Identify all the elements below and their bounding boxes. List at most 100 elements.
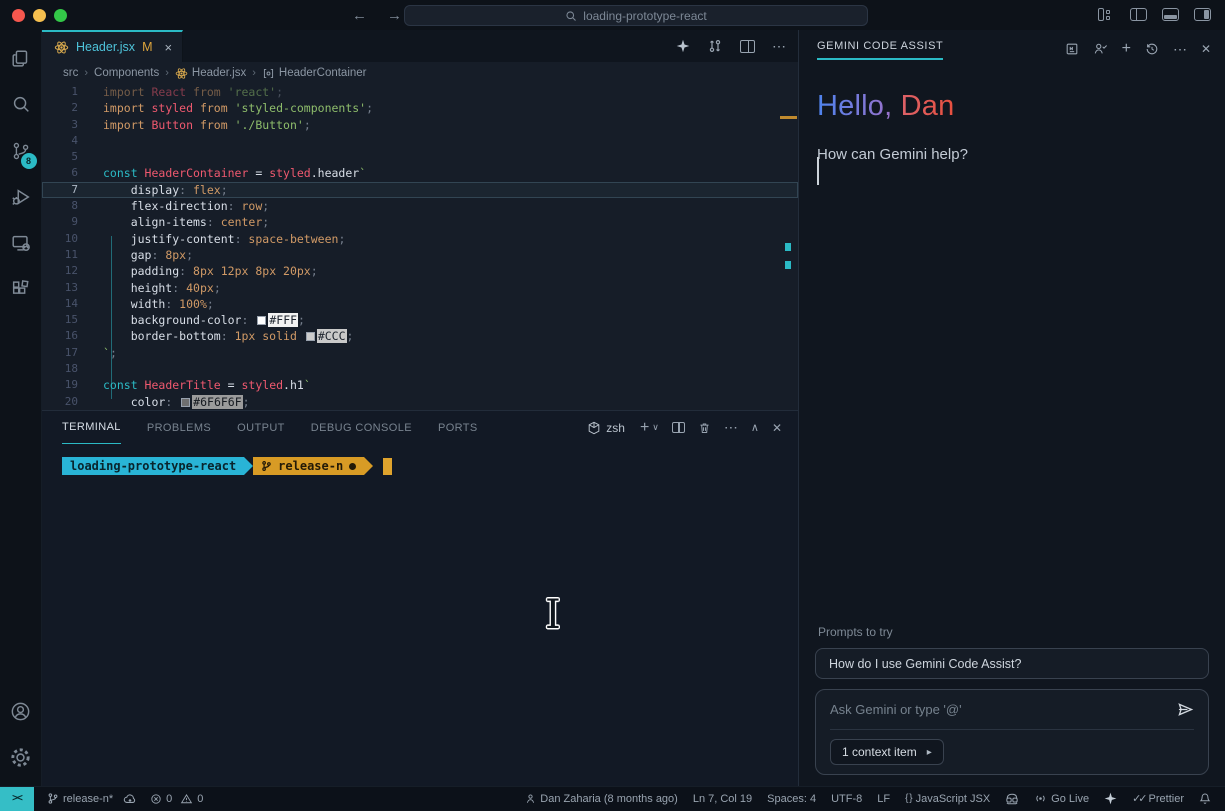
- line-number[interactable]: 8: [42, 198, 78, 214]
- problems-status-item[interactable]: 0 0: [150, 793, 203, 805]
- code-line[interactable]: 10 justify-content: space-between;: [42, 231, 798, 247]
- line-number[interactable]: 16: [42, 328, 78, 344]
- line-number[interactable]: 20: [42, 394, 78, 410]
- code-line[interactable]: 11 gap: 8px;: [42, 247, 798, 263]
- editor-more-actions-icon[interactable]: ⋯: [772, 38, 786, 55]
- line-number[interactable]: 2: [42, 100, 78, 116]
- line-number[interactable]: 1: [42, 84, 78, 100]
- tab-close-icon[interactable]: ×: [164, 40, 172, 55]
- minimize-window-button[interactable]: [33, 9, 46, 22]
- color-swatch[interactable]: [181, 398, 190, 407]
- remote-indicator[interactable]: ><: [0, 787, 34, 811]
- code-line[interactable]: 5: [42, 149, 798, 165]
- code-line[interactable]: 2import styled from 'styled-components';: [42, 100, 798, 116]
- line-number[interactable]: 4: [42, 133, 78, 149]
- line-number[interactable]: 17: [42, 345, 78, 361]
- command-center-search[interactable]: loading-prototype-react: [404, 5, 868, 26]
- search-sidebar-icon[interactable]: [0, 82, 42, 128]
- line-number[interactable]: 10: [42, 231, 78, 247]
- suggested-prompt-chip[interactable]: How do I use Gemini Code Assist?: [815, 648, 1209, 679]
- code-line[interactable]: 18: [42, 361, 798, 377]
- toggle-secondary-sidebar-icon[interactable]: [1194, 8, 1211, 21]
- open-changes-icon[interactable]: [707, 38, 723, 54]
- line-number[interactable]: 14: [42, 296, 78, 312]
- breadcrumb-symbol[interactable]: HeaderContainer: [262, 67, 367, 80]
- line-number[interactable]: 12: [42, 263, 78, 279]
- code-line[interactable]: 15 background-color: #FFF;: [42, 312, 798, 328]
- go-live-item[interactable]: Go Live: [1034, 792, 1089, 805]
- terminal-profile-chevron-icon[interactable]: ∨: [652, 422, 659, 433]
- eol-item[interactable]: LF: [877, 793, 890, 805]
- code-line[interactable]: 1import React from 'react';: [42, 84, 798, 100]
- split-terminal-icon[interactable]: [672, 422, 685, 433]
- new-terminal-icon[interactable]: +: [640, 419, 649, 437]
- terminal-shell-label[interactable]: zsh: [587, 421, 625, 435]
- tab-terminal[interactable]: TERMINAL: [62, 411, 121, 444]
- line-number[interactable]: 9: [42, 214, 78, 230]
- tab-ports[interactable]: PORTS: [438, 411, 478, 444]
- code-line[interactable]: 17`;: [42, 345, 798, 361]
- line-number[interactable]: 13: [42, 280, 78, 296]
- code-editor[interactable]: 1import React from 'react';2import style…: [42, 84, 798, 410]
- line-number[interactable]: 18: [42, 361, 78, 377]
- panel-more-actions-icon[interactable]: ⋯: [724, 419, 738, 436]
- notifications-item[interactable]: [1199, 792, 1211, 805]
- breadcrumb-components[interactable]: Components: [94, 67, 159, 79]
- tab-problems[interactable]: PROBLEMS: [147, 411, 211, 444]
- line-number[interactable]: 19: [42, 377, 78, 393]
- color-swatch[interactable]: [306, 332, 315, 341]
- close-panel-icon[interactable]: ✕: [772, 421, 782, 435]
- line-number[interactable]: 5: [42, 149, 78, 165]
- code-line[interactable]: 9 align-items: center;: [42, 214, 798, 230]
- prettier-status-item[interactable]: ✓✓ Prettier: [1132, 792, 1184, 805]
- code-line[interactable]: 14 width: 100%;: [42, 296, 798, 312]
- encoding-item[interactable]: UTF-8: [831, 793, 862, 805]
- terminal-prompt[interactable]: loading-prototype-react release-n: [62, 457, 392, 475]
- code-line[interactable]: 6const HeaderContainer = styled.header`: [42, 165, 798, 181]
- line-number[interactable]: 3: [42, 117, 78, 133]
- feedback-person-icon[interactable]: [1093, 42, 1108, 56]
- indentation-item[interactable]: Spaces: 4: [767, 793, 816, 805]
- back-arrow-icon[interactable]: ←: [352, 7, 367, 24]
- send-icon[interactable]: [1177, 702, 1194, 717]
- language-mode-item[interactable]: { } JavaScript JSX: [905, 793, 990, 805]
- gemini-input-field[interactable]: Ask Gemini or type '@': [830, 702, 962, 717]
- run-debug-icon[interactable]: [0, 174, 42, 220]
- blame-status-item[interactable]: Dan Zaharia (8 months ago): [525, 793, 678, 805]
- close-window-button[interactable]: [12, 9, 25, 22]
- cursor-position-item[interactable]: Ln 7, Col 19: [693, 793, 752, 805]
- tab-output[interactable]: OUTPUT: [237, 411, 285, 444]
- code-line[interactable]: 16 border-bottom: 1px solid #CCC;: [42, 328, 798, 344]
- line-number[interactable]: 11: [42, 247, 78, 263]
- line-number[interactable]: 6: [42, 165, 78, 181]
- split-editor-icon[interactable]: [740, 40, 755, 53]
- tab-debug-console[interactable]: DEBUG CONSOLE: [311, 411, 412, 444]
- account-icon[interactable]: [0, 688, 42, 734]
- customize-layout-icon[interactable]: [1098, 8, 1115, 22]
- line-number[interactable]: 15: [42, 312, 78, 328]
- copilot-status-item[interactable]: [1005, 793, 1019, 805]
- gemini-more-actions-icon[interactable]: ⋯: [1173, 41, 1187, 58]
- extensions-icon[interactable]: [0, 266, 42, 312]
- code-line[interactable]: 7 display: flex;: [42, 182, 798, 198]
- code-line[interactable]: 20 color: #6F6F6F;: [42, 394, 798, 410]
- new-chat-icon[interactable]: +: [1122, 40, 1131, 58]
- explorer-icon[interactable]: [0, 36, 42, 82]
- close-gemini-panel-icon[interactable]: ✕: [1201, 42, 1211, 56]
- code-line[interactable]: 19const HeaderTitle = styled.h1`: [42, 377, 798, 393]
- remote-explorer-icon[interactable]: [0, 220, 42, 266]
- source-control-icon[interactable]: 8: [0, 128, 42, 174]
- gemini-status-item[interactable]: [1104, 792, 1117, 805]
- code-line[interactable]: 12 padding: 8px 12px 8px 20px;: [42, 263, 798, 279]
- color-swatch[interactable]: [257, 316, 266, 325]
- branch-status-item[interactable]: release-n*: [47, 792, 137, 805]
- code-line[interactable]: 4: [42, 133, 798, 149]
- tab-header-jsx[interactable]: Header.jsx M ×: [42, 30, 183, 62]
- code-line[interactable]: 13 height: 40px;: [42, 280, 798, 296]
- zoom-window-button[interactable]: [54, 9, 67, 22]
- line-number[interactable]: 7: [42, 182, 78, 198]
- code-line[interactable]: 8 flex-direction: row;: [42, 198, 798, 214]
- history-icon[interactable]: [1145, 42, 1159, 56]
- breadcrumb-file[interactable]: Header.jsx: [175, 67, 246, 80]
- code-line[interactable]: 3import Button from './Button';: [42, 117, 798, 133]
